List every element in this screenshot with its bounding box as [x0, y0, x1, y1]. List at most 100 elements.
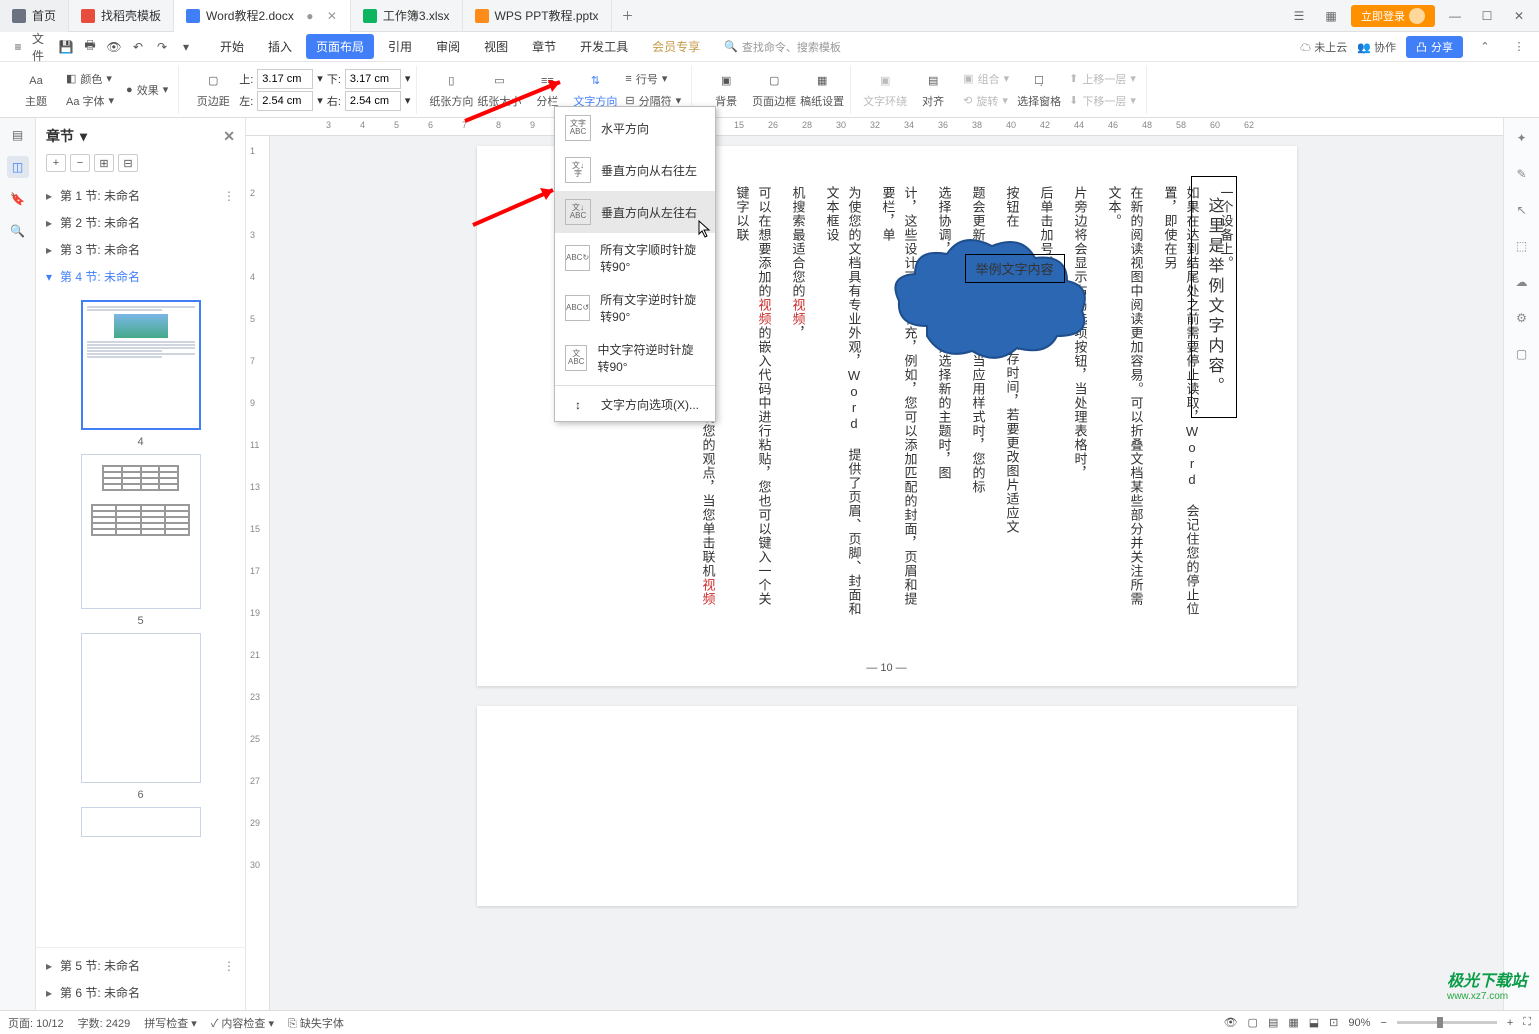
- sel-pane-button[interactable]: ☐̣选择窗格: [1017, 71, 1061, 109]
- page-border-button[interactable]: ▢页面边框: [752, 71, 796, 109]
- command-search[interactable]: 🔍查找命令、搜索模板: [724, 39, 841, 55]
- zoom-value[interactable]: 90%: [1348, 1017, 1370, 1029]
- section-icon[interactable]: ◫: [7, 156, 29, 178]
- thumbnail-4[interactable]: [81, 300, 201, 430]
- line-number-button[interactable]: ≡ 行号▾: [621, 69, 685, 89]
- grid-icon[interactable]: ▦: [1319, 4, 1343, 28]
- margin-top-field[interactable]: [257, 69, 313, 89]
- redo-icon[interactable]: ↷: [152, 37, 172, 57]
- pen-icon[interactable]: ✎: [1512, 164, 1532, 184]
- preview-icon[interactable]: 👁: [104, 37, 124, 57]
- coop-button[interactable]: 👥 协作: [1357, 39, 1396, 55]
- save-icon[interactable]: 💾: [56, 37, 76, 57]
- print-icon[interactable]: 🖶: [80, 37, 100, 57]
- margin-top-input[interactable]: 上:▾: [239, 69, 323, 89]
- login-button[interactable]: 立即登录: [1351, 5, 1435, 27]
- margin-bot-field[interactable]: [345, 69, 401, 89]
- zoom-in-icon[interactable]: +: [1507, 1017, 1513, 1029]
- maximize-button[interactable]: ☐: [1475, 4, 1499, 28]
- group-button[interactable]: ▣ 组合▾: [959, 69, 1013, 89]
- send-back-button[interactable]: ⬇ 下移一层▾: [1065, 91, 1140, 111]
- dd-vertical-ltr[interactable]: 文↓ABC垂直方向从左往右: [555, 191, 715, 233]
- menu-tab-dev[interactable]: 开发工具: [570, 34, 638, 59]
- nav-dropdown-icon[interactable]: ▾: [80, 128, 87, 145]
- nav-expand-button[interactable]: ⊞: [94, 154, 114, 172]
- margin-right-field[interactable]: [345, 91, 401, 111]
- cloud-shape[interactable]: 举例文字内容: [887, 236, 1097, 369]
- menu-tab-vip[interactable]: 会员专享: [642, 34, 710, 59]
- pointer-icon[interactable]: ↖: [1512, 200, 1532, 220]
- effect-button[interactable]: ●效果▾: [122, 80, 172, 100]
- menu-tab-reference[interactable]: 引用: [378, 34, 422, 59]
- align-button[interactable]: ▤对齐: [911, 71, 955, 109]
- nav-close-icon[interactable]: ✕: [223, 128, 235, 145]
- margin-bot-input[interactable]: 下:▾: [327, 69, 411, 89]
- select-icon[interactable]: ⬚: [1512, 236, 1532, 256]
- theme-button[interactable]: Aa主题: [14, 71, 58, 109]
- tab-word-doc[interactable]: Word教程2.docx●✕: [174, 0, 351, 32]
- page-container[interactable]: 这里是举例文字内容。 举例文字内容 一个设备上。如果在达到结尾处之前需要停止读取…: [270, 136, 1503, 1010]
- tab-template[interactable]: 找稻壳模板: [69, 0, 174, 32]
- horizontal-ruler[interactable]: 3456789101112131415262830323436384042444…: [246, 118, 1503, 136]
- view-print-icon[interactable]: ▤: [1268, 1016, 1278, 1029]
- file-label[interactable]: 文件: [32, 37, 52, 57]
- settings-icon[interactable]: ⚙: [1512, 308, 1532, 328]
- cloud-sync-icon[interactable]: ☁: [1512, 272, 1532, 292]
- dd-rotate-ccw[interactable]: ABC↺所有文字逆时针旋转90°: [555, 283, 715, 333]
- nav-item-5[interactable]: ▸第 5 节: 未命名⋮: [36, 952, 245, 979]
- menu-tab-insert[interactable]: 插入: [258, 34, 302, 59]
- background-button[interactable]: ▣背景: [704, 71, 748, 109]
- thumbnail-7[interactable]: [81, 807, 201, 837]
- dd-rotate-cw[interactable]: ABC↻所有文字顺时针旋转90°: [555, 233, 715, 283]
- page-indicator[interactable]: 页面: 10/12: [8, 1015, 64, 1031]
- manuscript-button[interactable]: ▦稿纸设置: [800, 71, 844, 109]
- dd-horizontal[interactable]: 文字ABC水平方向: [555, 107, 715, 149]
- bring-forward-button[interactable]: ⬆ 上移一层▾: [1065, 69, 1140, 89]
- nav-item-3[interactable]: ▸第 3 节: 未命名: [36, 236, 245, 263]
- menu-tab-review[interactable]: 审阅: [426, 34, 470, 59]
- bookmark-icon[interactable]: 🔖: [7, 188, 29, 210]
- paper-orient-button[interactable]: ▯纸张方向: [429, 71, 473, 109]
- menu-tab-start[interactable]: 开始: [210, 34, 254, 59]
- nav-item-1[interactable]: ▸第 1 节: 未命名⋮: [36, 182, 245, 209]
- menu-tab-page-layout[interactable]: 页面布局: [306, 34, 374, 59]
- thumbnail-6[interactable]: [81, 633, 201, 783]
- example-text-box[interactable]: 这里是举例文字内容。: [1191, 176, 1237, 418]
- view-web-icon[interactable]: ▦: [1288, 1016, 1298, 1029]
- tab-home[interactable]: 首页: [0, 0, 69, 32]
- share-button[interactable]: 凸 分享: [1406, 36, 1463, 58]
- nav-item-6[interactable]: ▸第 6 节: 未命名: [36, 979, 245, 1006]
- spell-check[interactable]: 拼写检查 ▾: [144, 1015, 197, 1031]
- nav-add-button[interactable]: +: [46, 154, 66, 172]
- cloud-status[interactable]: ☁ 未上云: [1300, 39, 1347, 55]
- fullscreen-icon[interactable]: ⛶: [1523, 1016, 1531, 1029]
- menu-tab-section[interactable]: 章节: [522, 34, 566, 59]
- vertical-ruler[interactable]: 12345791113151719212325272930: [246, 136, 270, 1010]
- qat-dropdown-icon[interactable]: ▾: [176, 37, 196, 57]
- zoom-out-icon[interactable]: −: [1380, 1017, 1386, 1029]
- view-read-icon[interactable]: ▢: [1248, 1016, 1258, 1029]
- nav-collapse-button[interactable]: ⊟: [118, 154, 138, 172]
- panel-icon[interactable]: ▢: [1512, 344, 1532, 364]
- columns-button[interactable]: ≡≡分栏: [525, 71, 569, 109]
- layout-icon[interactable]: ☰: [1287, 4, 1311, 28]
- minimize-button[interactable]: —: [1443, 4, 1467, 28]
- menu-tab-view[interactable]: 视图: [474, 34, 518, 59]
- tab-ppt-doc[interactable]: WPS PPT教程.pptx: [463, 0, 612, 32]
- zoom-fit-icon[interactable]: ⊡: [1329, 1016, 1338, 1029]
- content-check[interactable]: ✓ 内容检查 ▾: [211, 1015, 274, 1031]
- collapse-ribbon-icon[interactable]: ⌃: [1473, 35, 1497, 59]
- text-direction-button[interactable]: ⇅文字方向: [573, 71, 617, 109]
- dd-options[interactable]: ↕文字方向选项(X)...: [555, 388, 715, 421]
- font-button[interactable]: Aa 字体▾: [62, 91, 118, 111]
- missing-font[interactable]: ⎘ 缺失字体: [288, 1015, 344, 1031]
- rotate-button[interactable]: ⟲ 旋转▾: [959, 91, 1013, 111]
- nav-item-2[interactable]: ▸第 2 节: 未命名: [36, 209, 245, 236]
- word-count[interactable]: 字数: 2429: [78, 1015, 131, 1031]
- view-eye-icon[interactable]: 👁: [1224, 1016, 1238, 1029]
- close-window-button[interactable]: ✕: [1507, 4, 1531, 28]
- thumbnail-5[interactable]: [81, 454, 201, 609]
- nav-item-5-opt-icon[interactable]: ⋮: [223, 959, 235, 973]
- paper-size-button[interactable]: ▭纸张大小: [477, 71, 521, 109]
- menu-icon[interactable]: ≡: [8, 37, 28, 57]
